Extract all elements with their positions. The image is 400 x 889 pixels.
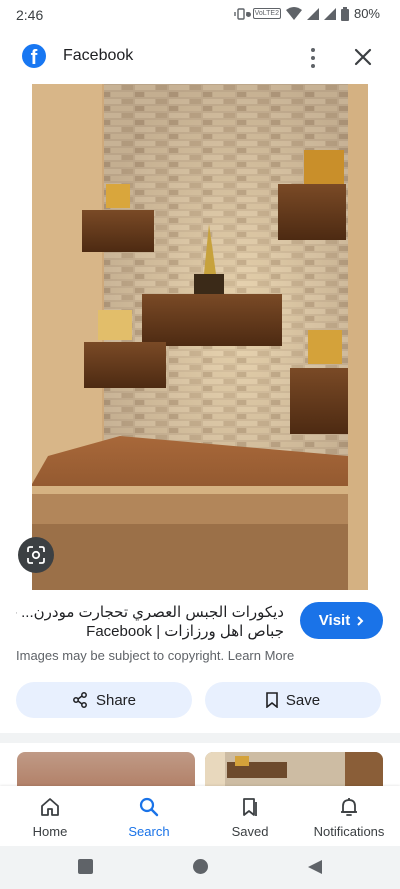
visit-label: Visit	[318, 612, 351, 629]
copyright-text: Images may be subject to copyright.	[16, 648, 225, 663]
visit-button[interactable]: Visit	[300, 602, 383, 639]
bell-icon	[341, 798, 357, 816]
status-bar: 2:46 VoLTE2 80%	[0, 0, 400, 32]
wifi-icon	[285, 6, 302, 20]
close-button[interactable]	[350, 44, 376, 70]
battery-icon	[340, 6, 349, 21]
result-title[interactable]: ديكورات الجبس العصري تحجارت مودرن... - ج…	[16, 603, 284, 641]
share-label: Share	[95, 691, 137, 709]
site-name[interactable]: Facebook	[63, 47, 133, 65]
home-system-button[interactable]	[193, 859, 208, 874]
saved-icon	[243, 798, 257, 816]
bookmark-icon	[266, 692, 278, 708]
back-button[interactable]	[306, 858, 324, 876]
status-time: 2:46	[16, 7, 44, 23]
result-title-line1: ديكورات الجبس العصري تحجارت مودرن... -	[16, 604, 284, 621]
home-icon	[41, 798, 59, 816]
copyright-notice: Images may be subject to copyright. Lear…	[16, 648, 294, 663]
save-label: Save	[285, 691, 321, 709]
nav-search[interactable]: Search	[104, 796, 194, 839]
google-lens-button[interactable]	[18, 537, 54, 573]
result-title-line2: جباص اهل ورزازات | Facebook	[86, 623, 284, 640]
nav-search-label: Search	[128, 824, 170, 839]
main-image[interactable]	[32, 84, 368, 590]
nav-notifications[interactable]: Notifications	[304, 796, 394, 839]
search-icon	[139, 797, 159, 817]
system-navigation-bar	[0, 846, 400, 889]
lens-icon	[27, 546, 45, 564]
section-divider	[0, 733, 400, 743]
stone-wall-shelves-image	[32, 84, 368, 590]
bottom-navigation: Home Search Saved Notifications	[0, 786, 400, 846]
recent-apps-button[interactable]	[78, 859, 93, 874]
volte-badge: VoLTE2	[252, 8, 281, 19]
learn-more-link[interactable]: Learn More	[228, 648, 294, 663]
nav-saved[interactable]: Saved	[205, 796, 295, 839]
more-options-button[interactable]	[303, 44, 323, 70]
share-button[interactable]: Share	[16, 682, 192, 718]
nav-saved-label: Saved	[231, 824, 269, 839]
vibrate-icon	[233, 7, 248, 20]
facebook-logo-icon: f	[22, 44, 46, 68]
status-icons: VoLTE2 80%	[233, 6, 380, 21]
signal-2-icon	[323, 7, 336, 20]
source-header: f Facebook	[0, 32, 400, 82]
close-icon	[354, 48, 372, 66]
nav-home[interactable]: Home	[5, 796, 95, 839]
save-button[interactable]: Save	[205, 682, 381, 718]
nav-home-label: Home	[32, 824, 68, 839]
battery-percent: 80%	[353, 6, 380, 21]
signal-1-icon	[306, 7, 319, 20]
nav-notifications-label: Notifications	[313, 824, 385, 839]
chevron-right-icon	[357, 615, 364, 626]
share-icon	[73, 692, 87, 708]
